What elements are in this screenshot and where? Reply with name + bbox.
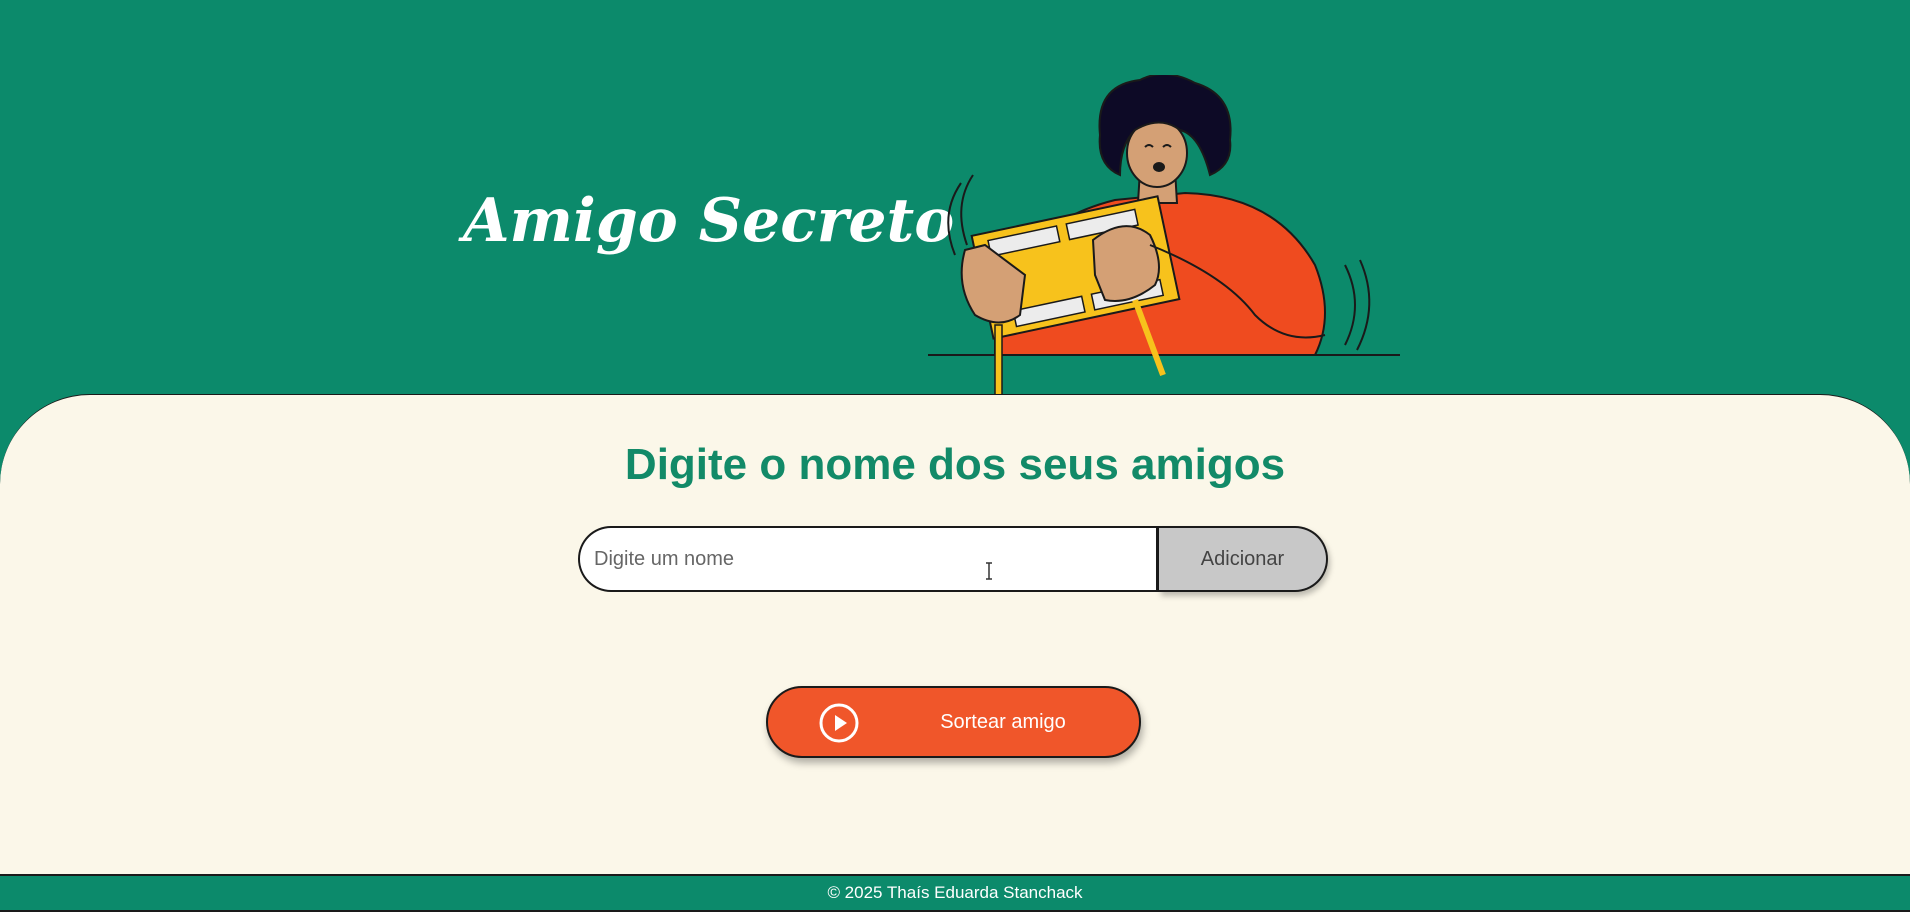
main-panel: Digite o nome dos seus amigos Adicionar … [0, 394, 1910, 874]
play-circle-icon [819, 703, 859, 743]
section-title: Digite o nome dos seus amigos [624, 440, 1286, 489]
draw-button-label: Sortear amigo [940, 711, 1066, 733]
draw-friend-button[interactable]: Sortear amigo [766, 686, 1141, 758]
add-button[interactable]: Adicionar [1159, 526, 1328, 592]
add-friend-form: Adicionar [578, 526, 1328, 592]
friend-name-input[interactable] [578, 526, 1159, 592]
text-cursor-icon [986, 562, 992, 580]
page-title: Amigo Secreto [463, 186, 955, 256]
footer: © 2025 Thaís Eduarda Stanchack [0, 874, 1910, 912]
header: Amigo Secreto [0, 0, 1910, 400]
copyright-text: © 2025 Thaís Eduarda Stanchack [827, 883, 1083, 902]
person-with-gift-illustration [928, 75, 1400, 395]
